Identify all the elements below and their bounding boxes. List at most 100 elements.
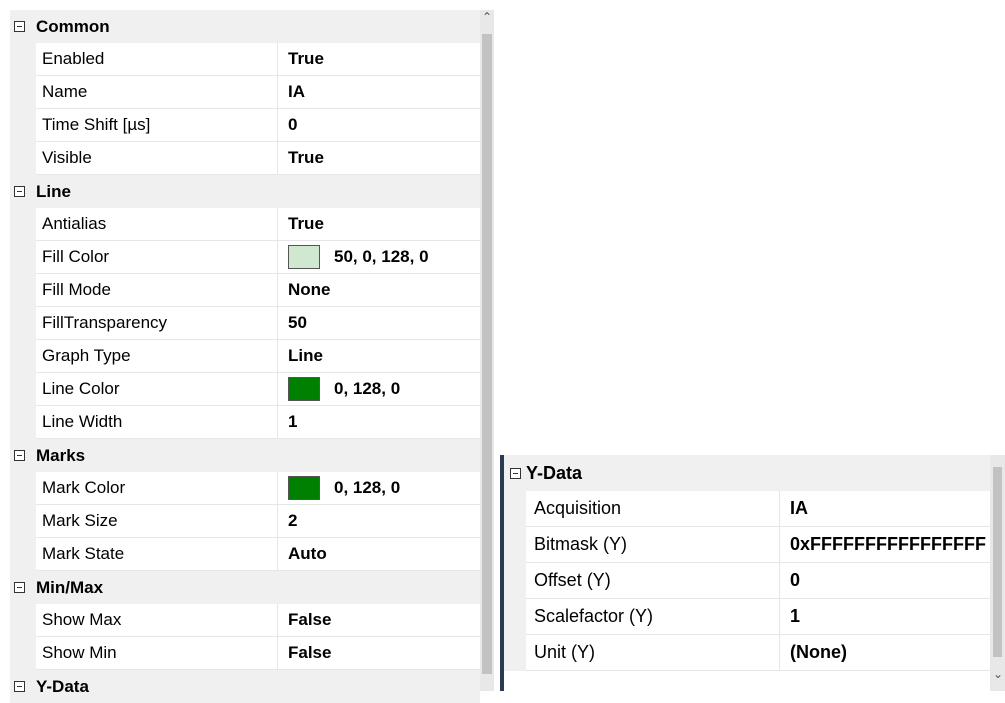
property-value-text: 1 <box>288 412 298 431</box>
right-scrollbar[interactable]: ⌄ <box>990 455 1005 691</box>
property-name[interactable]: Time Shift [µs] <box>36 109 278 142</box>
color-swatch[interactable] <box>288 245 320 269</box>
property-name[interactable]: Line Width <box>36 406 278 439</box>
property-value[interactable]: True <box>278 208 480 241</box>
property-value-text: True <box>288 49 324 68</box>
property-row[interactable]: Mark Color 0, 128, 0 <box>10 472 480 505</box>
property-value-text: 0 <box>790 570 801 590</box>
property-value[interactable]: None <box>278 274 480 307</box>
property-value[interactable]: True <box>278 142 480 175</box>
chevron-down-icon[interactable]: ⌄ <box>993 667 1003 681</box>
property-name[interactable]: Graph Type <box>36 340 278 373</box>
property-value-text: True <box>288 214 324 233</box>
property-name[interactable]: Bitmask (Y) <box>526 527 780 563</box>
property-row[interactable]: Show Max False <box>10 604 480 637</box>
property-name[interactable]: Visible <box>36 142 278 175</box>
property-value[interactable]: IA <box>278 76 480 109</box>
category-label: Y-Data <box>36 670 480 703</box>
property-name[interactable]: Fill Mode <box>36 274 278 307</box>
chevron-up-icon[interactable]: ⌃ <box>482 10 492 24</box>
property-row[interactable]: Time Shift [µs] 0 <box>10 109 480 142</box>
category-row[interactable]: Line <box>10 175 480 208</box>
property-row[interactable]: Show Min False <box>10 637 480 670</box>
minus-box-icon[interactable] <box>14 21 25 32</box>
minus-box-icon[interactable] <box>14 681 25 692</box>
color-swatch[interactable] <box>288 377 320 401</box>
property-value-text: 50, 0, 128, 0 <box>334 247 429 266</box>
property-row[interactable]: Visible True <box>10 142 480 175</box>
property-value[interactable]: Line <box>278 340 480 373</box>
left-scrollbar-thumb[interactable] <box>482 34 492 674</box>
property-row[interactable]: Line Width 1 <box>10 406 480 439</box>
minus-box-icon[interactable] <box>510 468 521 479</box>
row-gutter <box>10 274 36 307</box>
property-name[interactable]: Fill Color <box>36 241 278 274</box>
property-value[interactable]: 0 <box>780 563 990 599</box>
property-row[interactable]: Scalefactor (Y) 1 <box>504 599 990 635</box>
property-value[interactable]: 0 <box>278 109 480 142</box>
category-row[interactable]: Marks <box>10 439 480 472</box>
category-row[interactable]: Common <box>10 10 480 43</box>
property-name[interactable]: Offset (Y) <box>526 563 780 599</box>
row-gutter <box>10 604 36 637</box>
property-grid-left: Common Enabled True Name IA Time Shift [µs] 0 V… <box>10 10 480 703</box>
property-value[interactable]: False <box>278 604 480 637</box>
property-value-text: 2 <box>288 511 298 530</box>
property-row[interactable]: Enabled True <box>10 43 480 76</box>
property-name[interactable]: Show Max <box>36 604 278 637</box>
property-row[interactable]: Line Color 0, 128, 0 <box>10 373 480 406</box>
property-row[interactable]: Graph Type Line <box>10 340 480 373</box>
property-value-text: Line <box>288 346 323 365</box>
property-name[interactable]: Mark State <box>36 538 278 571</box>
property-row[interactable]: Mark State Auto <box>10 538 480 571</box>
row-gutter <box>10 406 36 439</box>
property-value[interactable]: 50, 0, 128, 0 <box>278 241 480 274</box>
property-row[interactable]: Acquisition IA <box>504 491 990 527</box>
property-name[interactable]: Unit (Y) <box>526 635 780 671</box>
property-row[interactable]: Mark Size 2 <box>10 505 480 538</box>
property-name[interactable]: Mark Size <box>36 505 278 538</box>
category-row[interactable]: Min/Max <box>10 571 480 604</box>
property-name[interactable]: Antialias <box>36 208 278 241</box>
property-value[interactable]: 0xFFFFFFFFFFFFFFFF <box>780 527 990 563</box>
property-value[interactable]: Auto <box>278 538 480 571</box>
property-row[interactable]: Name IA <box>10 76 480 109</box>
property-value[interactable]: 0, 128, 0 <box>278 472 480 505</box>
category-row[interactable]: Y-Data <box>10 670 480 703</box>
property-row[interactable]: Fill Mode None <box>10 274 480 307</box>
minus-box-icon[interactable] <box>14 582 25 593</box>
property-value[interactable]: 1 <box>278 406 480 439</box>
property-name[interactable]: Name <box>36 76 278 109</box>
property-value[interactable]: 50 <box>278 307 480 340</box>
property-row[interactable]: Fill Color 50, 0, 128, 0 <box>10 241 480 274</box>
row-gutter <box>10 637 36 670</box>
property-row[interactable]: FillTransparency 50 <box>10 307 480 340</box>
property-value[interactable]: (None) <box>780 635 990 671</box>
property-value[interactable]: 2 <box>278 505 480 538</box>
property-value[interactable]: 0, 128, 0 <box>278 373 480 406</box>
property-value[interactable]: 1 <box>780 599 990 635</box>
minus-box-icon[interactable] <box>14 186 25 197</box>
property-row[interactable]: Bitmask (Y) 0xFFFFFFFFFFFFFFFF <box>504 527 990 563</box>
property-name[interactable]: Acquisition <box>526 491 780 527</box>
category-row[interactable]: Y-Data <box>504 455 990 491</box>
property-name[interactable]: Mark Color <box>36 472 278 505</box>
property-value-text: 0, 128, 0 <box>334 379 401 398</box>
property-value[interactable]: IA <box>780 491 990 527</box>
property-name[interactable]: Scalefactor (Y) <box>526 599 780 635</box>
property-name[interactable]: Line Color <box>36 373 278 406</box>
property-row[interactable]: Offset (Y) 0 <box>504 563 990 599</box>
property-row[interactable]: Antialias True <box>10 208 480 241</box>
property-value[interactable]: False <box>278 637 480 670</box>
minus-box-icon[interactable] <box>14 450 25 461</box>
row-gutter <box>504 635 526 671</box>
property-value[interactable]: True <box>278 43 480 76</box>
property-row[interactable]: Unit (Y) (None) <box>504 635 990 671</box>
property-name[interactable]: Show Min <box>36 637 278 670</box>
property-name[interactable]: Enabled <box>36 43 278 76</box>
color-swatch[interactable] <box>288 476 320 500</box>
property-value-text: 0, 128, 0 <box>334 478 401 497</box>
left-scrollbar[interactable]: ⌃ <box>480 10 494 691</box>
right-scrollbar-thumb[interactable] <box>993 467 1002 657</box>
property-name[interactable]: FillTransparency <box>36 307 278 340</box>
